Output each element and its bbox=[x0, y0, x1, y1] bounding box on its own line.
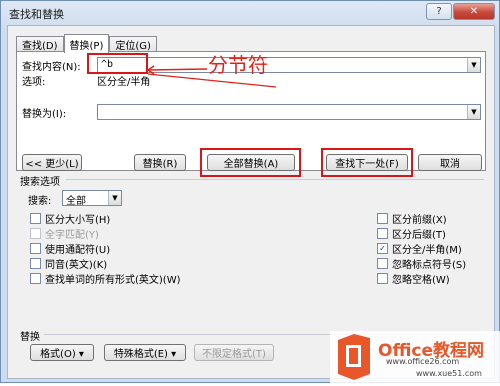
help-button[interactable]: ? bbox=[426, 3, 452, 20]
tab-replace[interactable]: 替换(P) bbox=[63, 34, 110, 53]
search-options-heading: 搜索选项 bbox=[20, 177, 60, 188]
dialog-title: 查找和替换 bbox=[9, 8, 64, 21]
special-format-button[interactable]: 特殊格式(E) ▾ bbox=[104, 344, 186, 361]
ignore-punctuation-box[interactable] bbox=[377, 258, 388, 269]
ignore-space-box[interactable] bbox=[377, 273, 388, 284]
cancel-button[interactable]: 取消 bbox=[418, 154, 482, 171]
all-word-forms-box[interactable] bbox=[30, 273, 41, 284]
match-suffix-checkbox[interactable]: 区分后缀(T) bbox=[377, 226, 446, 241]
find-replace-dialog: 查找和替换 ? ✕ 查找(D) 替换(P) 定位(G) 查找内容(N): ^b … bbox=[0, 0, 500, 383]
close-button[interactable]: ✕ bbox=[453, 3, 495, 20]
ignore-space-checkbox[interactable]: 忽略空格(W) bbox=[377, 271, 450, 286]
brand-site: www.xue51.com bbox=[416, 369, 482, 378]
ignore-punctuation-checkbox[interactable]: 忽略标点符号(S) bbox=[377, 256, 466, 271]
search-label: 搜索: bbox=[28, 196, 52, 207]
match-case-checkbox[interactable]: 区分大小写(H) bbox=[30, 211, 110, 226]
whole-word-checkbox: 全字匹配(Y) bbox=[30, 226, 99, 241]
less-button[interactable]: << 更少(L) bbox=[22, 154, 82, 171]
sounds-like-checkbox[interactable]: 同音(英文)(K) bbox=[30, 256, 107, 271]
match-width-checkbox[interactable]: ✓ 区分全/半角(M) bbox=[377, 241, 462, 256]
all-word-forms-checkbox[interactable]: 查找单词的所有形式(英文)(W) bbox=[30, 271, 181, 286]
search-scope-select[interactable]: 全部 ▼ bbox=[62, 190, 122, 207]
wildcards-box[interactable] bbox=[30, 243, 41, 254]
search-options-divider bbox=[66, 179, 484, 180]
wildcards-checkbox[interactable]: 使用通配符(U) bbox=[30, 241, 110, 256]
match-prefix-checkbox[interactable]: 区分前缀(X) bbox=[377, 211, 447, 226]
match-suffix-box[interactable] bbox=[377, 228, 388, 239]
whole-word-box bbox=[30, 228, 41, 239]
search-scope-value: 全部 bbox=[66, 196, 86, 207]
replace-section-heading: 替换 bbox=[20, 332, 40, 343]
office-tutorial-watermark: Office教程网 www.office26.com www.xue51.com bbox=[330, 328, 500, 383]
no-formatting-button: 不限定格式(T) bbox=[194, 344, 274, 361]
match-case-box[interactable] bbox=[30, 213, 41, 224]
format-button[interactable]: 格式(O) ▾ bbox=[30, 344, 94, 361]
title-bar: 查找和替换 ? ✕ bbox=[1, 1, 499, 25]
brand-url: www.office26.com bbox=[386, 357, 460, 366]
find-next-highlight-box bbox=[321, 148, 413, 177]
match-prefix-box[interactable] bbox=[377, 213, 388, 224]
replace-all-highlight-box bbox=[200, 148, 301, 177]
replace-button[interactable]: 替换(R) bbox=[134, 154, 186, 171]
sounds-like-box[interactable] bbox=[30, 258, 41, 269]
search-scope-dropdown-icon[interactable]: ▼ bbox=[108, 191, 121, 205]
checkmark-icon[interactable]: ✓ bbox=[377, 243, 388, 254]
dialog-body: 查找(D) 替换(P) 定位(G) 查找内容(N): ^b ▼ 选项: 区分全/… bbox=[7, 25, 495, 379]
